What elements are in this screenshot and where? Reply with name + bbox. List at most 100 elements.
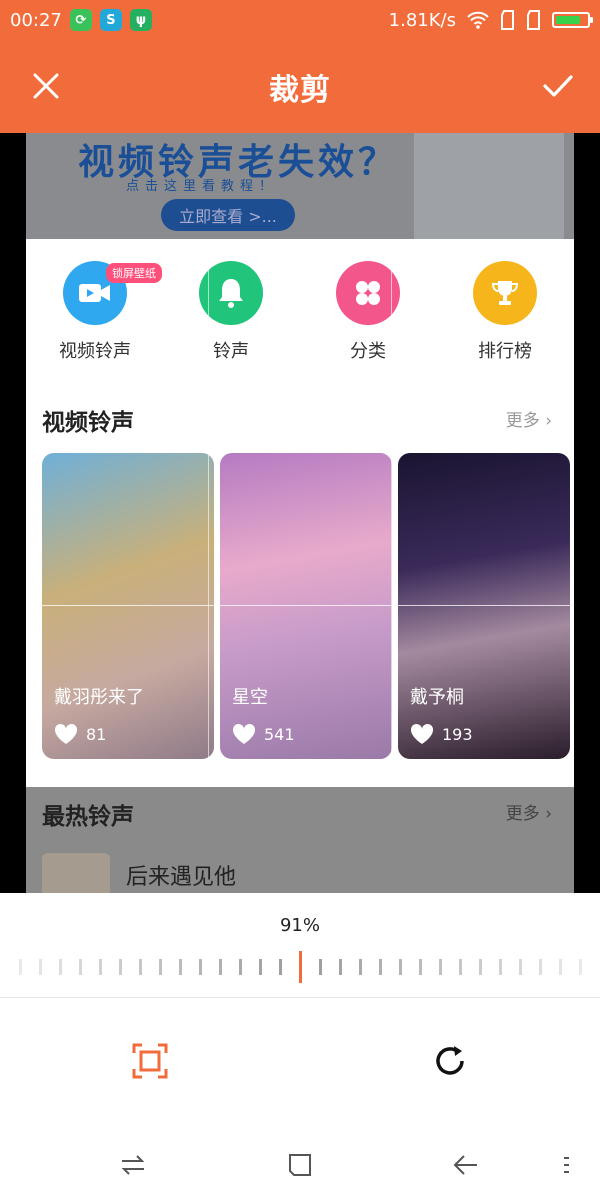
ruler-tick — [119, 959, 122, 975]
ruler-tick — [519, 959, 522, 975]
status-bar: 00:27 ⟳ S ψ 1.81K/s — [0, 0, 600, 40]
more-link: 更多 › — [505, 804, 552, 824]
heart-icon — [410, 723, 434, 744]
crop-grid-line — [391, 239, 392, 787]
category-label: 铃声 — [213, 341, 249, 362]
video-card-likes: 541 — [232, 723, 295, 745]
category-badge: 锁屏壁纸 — [106, 263, 162, 283]
category-label: 视频铃声 — [59, 341, 131, 362]
ruler-tick — [359, 959, 362, 975]
bottom-controls: 91% — [0, 893, 600, 1200]
ruler-tick — [139, 959, 142, 975]
video-card-likes: 81 — [54, 723, 106, 745]
ruler-tick — [399, 959, 402, 975]
nav-menu-button[interactable] — [546, 1145, 586, 1185]
banner-subtitle: 点击这里看教程！ — [126, 179, 279, 194]
usb-icon: ψ — [129, 9, 152, 31]
close-button[interactable] — [18, 58, 74, 114]
ruler-tick — [159, 959, 162, 975]
close-icon — [33, 73, 59, 99]
category-label: 分类 — [350, 341, 386, 362]
trophy-icon — [473, 261, 537, 325]
category-row: 锁屏壁纸 视频铃声 铃声 分类 排行榜 — [26, 261, 574, 371]
ruler-tick — [499, 959, 502, 975]
video-card: 戴予桐 193 — [398, 453, 570, 759]
like-count: 541 — [264, 724, 295, 744]
banner-button: 立即查看 >... — [161, 199, 295, 231]
ruler-tick — [479, 959, 482, 975]
like-count: 81 — [86, 724, 107, 744]
category-classify: 分类 — [313, 261, 423, 363]
nav-home-button[interactable] — [280, 1145, 320, 1185]
crop-grid-line — [26, 605, 574, 606]
category-ringtone: 铃声 — [176, 261, 286, 363]
check-icon — [543, 75, 573, 97]
rotate-button[interactable] — [428, 1039, 472, 1083]
menu-dots-icon — [564, 1157, 569, 1173]
nav-back-button[interactable] — [446, 1145, 486, 1185]
ruler-tick — [19, 959, 22, 975]
ruler-tick — [179, 959, 182, 975]
category-video-ringtone: 锁屏壁纸 视频铃声 — [40, 261, 162, 363]
ruler-tick — [219, 959, 222, 975]
ruler-tick — [319, 959, 322, 975]
heart-icon — [54, 723, 78, 744]
like-count: 193 — [442, 724, 473, 744]
ruler-tick — [439, 959, 442, 975]
category-label: 排行榜 — [478, 341, 532, 362]
banner-ad: 视频铃声老失效？ 点击这里看教程！ 立即查看 >... — [26, 133, 574, 239]
ruler-tick — [79, 959, 82, 975]
network-speed: 1.81K/s — [388, 9, 456, 31]
notification-app-icon: S — [99, 9, 122, 31]
rotation-ruler[interactable] — [0, 951, 600, 983]
crop-frame-icon — [132, 1043, 168, 1079]
notification-app-icon: ⟳ — [69, 9, 92, 31]
crop-fit-button[interactable] — [128, 1039, 172, 1083]
crop-canvas[interactable]: 视频铃声老失效？ 点击这里看教程！ 立即查看 >... 锁屏壁纸 视频铃声 铃声 — [0, 133, 600, 893]
page-title: 裁剪 — [269, 72, 331, 108]
ruler-tick — [559, 959, 562, 975]
video-card: 戴羽彤来了 81 — [42, 453, 214, 759]
more-link: 更多 › — [505, 411, 552, 431]
video-card-title: 星空 — [232, 687, 268, 708]
ruler-tick — [99, 959, 102, 975]
system-nav-bar — [0, 1125, 600, 1200]
crop-grid-line — [208, 239, 209, 787]
ruler-tick — [379, 959, 382, 975]
confirm-button[interactable] — [530, 58, 586, 114]
ruler-tick — [39, 959, 42, 975]
heart-icon — [232, 723, 256, 744]
nav-switch-button[interactable] — [113, 1145, 153, 1185]
section-title-video: 视频铃声 — [42, 410, 134, 436]
back-arrow-icon — [453, 1155, 477, 1175]
song-title: 后来遇见他 — [126, 865, 237, 890]
video-card-likes: 193 — [410, 723, 473, 745]
ruler-indicator — [299, 951, 302, 983]
switch-arrows-icon — [121, 1155, 145, 1175]
sim-icon — [501, 10, 514, 30]
square-icon — [289, 1154, 311, 1176]
ruler-tick — [459, 959, 462, 975]
crop-area[interactable]: 锁屏壁纸 视频铃声 铃声 分类 排行榜 视频铃声 更多 › 戴羽彤来了 81 星… — [26, 239, 574, 787]
sim-icon — [527, 10, 540, 30]
divider — [0, 997, 600, 998]
ruler-tick — [199, 959, 202, 975]
status-time: 00:27 — [10, 9, 62, 31]
video-card-title: 戴羽彤来了 — [54, 687, 144, 708]
ruler-tick — [579, 959, 582, 975]
rotation-value: 91% — [279, 915, 320, 936]
battery-icon — [552, 12, 593, 28]
ruler-tick — [539, 959, 542, 975]
video-card: 星空 541 — [220, 453, 392, 759]
ruler-tick — [239, 959, 242, 975]
ruler-tick — [279, 959, 282, 975]
video-card-title: 戴予桐 — [410, 687, 464, 708]
song-thumbnail — [42, 853, 110, 893]
section-title-hot: 最热铃声 — [42, 804, 134, 830]
category-ranking: 排行榜 — [450, 261, 560, 363]
wifi-icon — [467, 11, 489, 29]
ruler-tick — [419, 959, 422, 975]
rotate-icon — [436, 1046, 464, 1075]
video-card-row: 戴羽彤来了 81 星空 541 戴予桐 193 — [42, 453, 574, 759]
ruler-tick — [259, 959, 262, 975]
